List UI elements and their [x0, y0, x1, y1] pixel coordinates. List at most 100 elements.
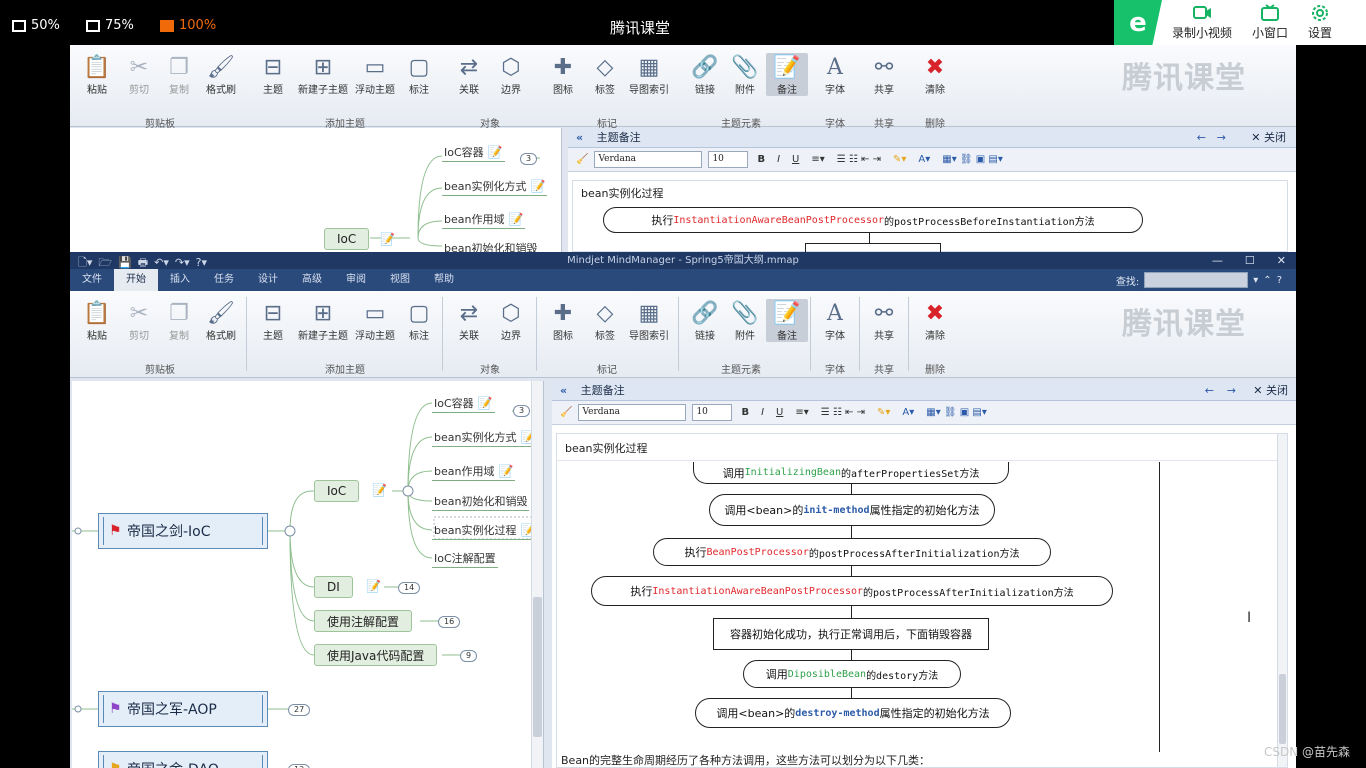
collapse-icon[interactable]: «	[560, 384, 567, 397]
notes-scrollbar[interactable]	[1277, 434, 1287, 767]
italic-icon[interactable]: I	[774, 154, 783, 165]
menu-design[interactable]: 设计	[246, 269, 290, 291]
clear-button[interactable]: ✖ 清除	[914, 299, 956, 343]
next-arrow-icon[interactable]: →	[1227, 381, 1236, 401]
clear-format-icon[interactable]: 🧹	[560, 407, 572, 418]
list-icon[interactable]: ☰ ☷ ⇤ ⇥	[834, 154, 884, 165]
callout-button[interactable]: ▢ 标注	[398, 299, 440, 343]
attachment-button[interactable]: 📎 附件	[724, 299, 766, 343]
copy-button[interactable]: ❐ 复制	[158, 299, 200, 343]
menu-home[interactable]: 开始	[114, 269, 158, 291]
bold-icon[interactable]: B	[754, 154, 768, 165]
marker-button[interactable]: ✚ 图标	[542, 299, 584, 343]
map-index-button-back[interactable]: ▦ 导图索引	[626, 53, 672, 97]
italic-icon[interactable]: I	[758, 407, 767, 418]
size-select[interactable]: 10	[692, 404, 733, 421]
share-button-back[interactable]: ⚯ 共享	[863, 53, 905, 97]
topic-bean-instantiation-back[interactable]: bean实例化方式 📝	[442, 178, 548, 196]
settings-button[interactable]: 设置	[1298, 0, 1342, 45]
ribbon-collapse-icon[interactable]: ⌃	[1263, 275, 1271, 286]
clear-format-icon[interactable]: 🧹	[576, 154, 588, 165]
topic-ioc-back[interactable]: IoC	[324, 228, 370, 250]
zoom-100-button[interactable]: 100%	[160, 18, 216, 33]
prev-arrow-icon[interactable]: ←	[1205, 381, 1214, 401]
boundary-button-back[interactable]: ⬡ 边界	[490, 53, 532, 97]
map-scrollbar-thumb[interactable]	[533, 597, 542, 737]
notes-button[interactable]: 📝 备注	[766, 299, 808, 342]
map-canvas-back[interactable]: IoC容器 📝 3 bean实例化方式 📝 bean作用域 📝 bean初始化和销毁 …	[70, 128, 562, 252]
font-color-icon[interactable]: A▾	[899, 407, 917, 418]
zoom-75-button[interactable]: 75%	[86, 18, 134, 33]
underline-icon[interactable]: U	[773, 407, 786, 418]
relationship-button-back[interactable]: ⇄ 关联	[448, 53, 490, 97]
mini-window-button[interactable]: 小窗口	[1242, 0, 1298, 45]
font-button-back[interactable]: A 字体	[814, 53, 856, 97]
attachment-button-back[interactable]: 📎 附件	[724, 53, 766, 97]
size-select[interactable]: 10	[708, 151, 749, 168]
topic-bean-scope-back[interactable]: bean作用域 📝	[442, 211, 526, 229]
topic-button[interactable]: ⊟ 主题	[252, 299, 294, 343]
notes-button-back[interactable]: 📝 备注	[766, 53, 808, 96]
search-input[interactable]	[1144, 272, 1249, 288]
list-icon[interactable]: ☰ ☷ ⇤ ⇥	[818, 407, 868, 418]
new-subtopic-button[interactable]: ⊞ 新建子主题	[296, 299, 350, 343]
font-select[interactable]: Verdana	[578, 404, 687, 421]
collapse-icon[interactable]: «	[576, 131, 583, 144]
table-icon[interactable]: ▦▾ ⛓ ▣ ▤▾	[923, 407, 990, 418]
align-icon[interactable]: ≡▾	[808, 154, 827, 165]
underline-icon[interactable]: U	[789, 154, 802, 165]
topic-bean-instantiation[interactable]: bean实例化方式 📝	[432, 429, 538, 447]
menu-help[interactable]: 帮助	[422, 269, 466, 291]
tag-button[interactable]: ◇ 标签	[584, 299, 626, 343]
table-icon[interactable]: ▦▾ ⛓ ▣ ▤▾	[939, 154, 1006, 165]
topic-di[interactable]: DI	[314, 576, 353, 598]
map-index-button[interactable]: ▦ 导图索引	[626, 299, 672, 343]
close-notes-button[interactable]: ✕ 关闭	[1253, 381, 1288, 401]
bold-icon[interactable]: B	[738, 407, 752, 418]
font-select[interactable]: Verdana	[594, 151, 703, 168]
cut-button[interactable]: ✂ 剪切	[118, 299, 160, 343]
format-brush-button-back[interactable]: 🖌 格式刷	[200, 53, 242, 97]
menu-review[interactable]: 审阅	[334, 269, 378, 291]
topic-bean-init-destroy[interactable]: bean初始化和销毁	[432, 493, 530, 511]
topic-ioc[interactable]: IoC	[314, 480, 360, 502]
floating-topic-button-back[interactable]: ▭ 浮动主题	[352, 53, 398, 97]
close-icon[interactable]: ✕	[1277, 252, 1286, 269]
highlight-icon[interactable]: ✎▾	[890, 154, 909, 165]
relationship-button[interactable]: ⇄ 关联	[448, 299, 490, 343]
cut-button-back[interactable]: ✂ 剪切	[118, 53, 160, 97]
map-canvas[interactable]: IoC容器 📝 3 bean实例化方式 📝 bean作用域 📝 bean初始化和销毁 …	[72, 381, 544, 768]
menu-view[interactable]: 视图	[378, 269, 422, 291]
help-circle-icon[interactable]: ?	[1277, 275, 1282, 286]
topic-button-back[interactable]: ⊟ 主题	[252, 53, 294, 97]
menu-insert[interactable]: 插入	[158, 269, 202, 291]
paste-button-back[interactable]: 📋 粘贴	[76, 53, 118, 97]
zoom-50-button[interactable]: 50%	[12, 18, 60, 33]
font-button[interactable]: A 字体	[814, 299, 856, 343]
notes-scrollbar-thumb[interactable]	[1279, 674, 1286, 744]
boundary-button[interactable]: ⬡ 边界	[490, 299, 532, 343]
topic-bean-init-destroy-back[interactable]: bean初始化和销毁	[442, 240, 539, 252]
notes-body[interactable]: bean实例化过程 调用 InitializingBean 的afterProper…	[556, 433, 1288, 768]
topic-java-config[interactable]: 使用Java代码配置	[314, 644, 438, 666]
align-icon[interactable]: ≡▾	[792, 407, 811, 418]
topic-bean-scope[interactable]: bean作用域 📝	[432, 463, 516, 481]
record-video-button[interactable]: 录制小视频	[1162, 0, 1242, 45]
menu-task[interactable]: 任务	[202, 269, 246, 291]
link-button[interactable]: 🔗 链接	[684, 299, 726, 343]
format-brush-button[interactable]: 🖌 格式刷	[200, 299, 242, 343]
next-arrow-icon[interactable]: →	[1217, 128, 1226, 148]
paste-button[interactable]: 📋 粘贴	[76, 299, 118, 343]
topic-bean-instantiation-process[interactable]: bean实例化过程 📝	[432, 522, 538, 540]
font-color-icon[interactable]: A▾	[915, 154, 933, 165]
tag-button-back[interactable]: ◇ 标签	[584, 53, 626, 97]
main-topic-ioc[interactable]: ⚑ 帝国之剑-IoC	[98, 513, 268, 549]
topic-ioc-container[interactable]: IoC容器 📝	[432, 395, 495, 413]
maximize-icon[interactable]: ☐	[1245, 252, 1255, 269]
close-notes-button[interactable]: ✕ 关闭	[1251, 128, 1286, 148]
share-button[interactable]: ⚯ 共享	[863, 299, 905, 343]
main-topic-aop[interactable]: ⚑ 帝国之军-AOP	[98, 691, 268, 727]
floating-topic-button[interactable]: ▭ 浮动主题	[352, 299, 398, 343]
minimize-icon[interactable]: —	[1212, 252, 1223, 269]
topic-ioc-container-back[interactable]: IoC容器 📝	[442, 144, 505, 162]
